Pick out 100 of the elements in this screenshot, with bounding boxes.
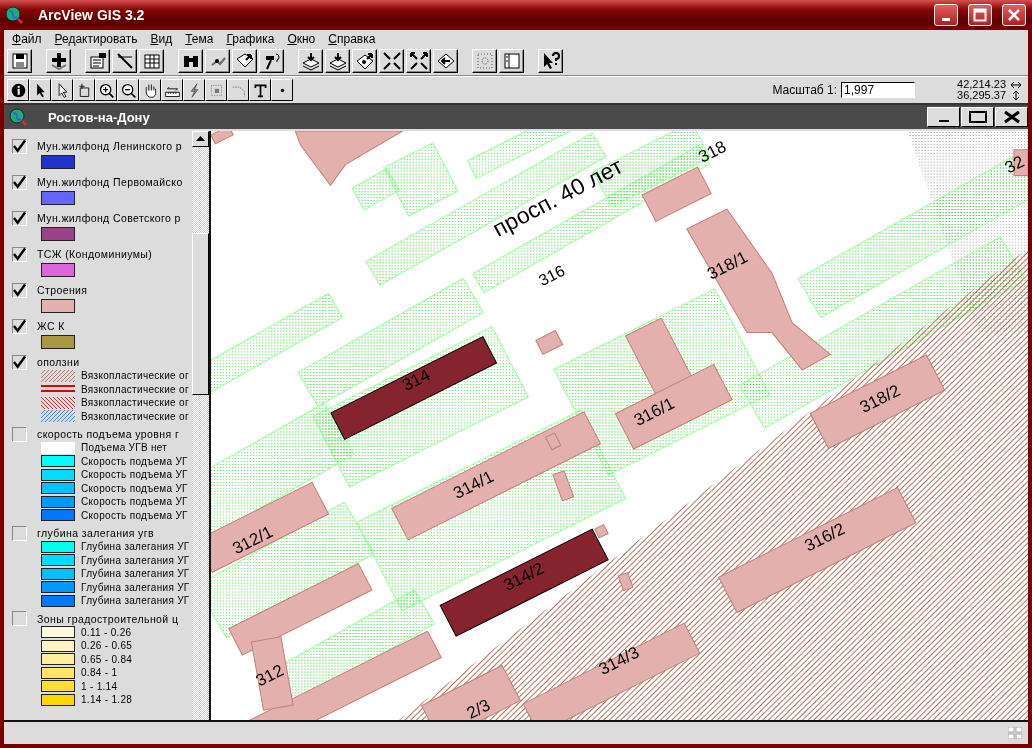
properties-icon [87,51,108,71]
save-button[interactable] [7,49,32,73]
y-coordinate: 36,295.37 [957,90,1006,101]
checkbox[interactable] [12,354,27,370]
theme-name: ЖС К [37,320,65,332]
maximize-button[interactable] [961,107,994,127]
save-icon [9,51,30,71]
layers-button[interactable] [325,49,350,73]
checkbox[interactable] [12,318,27,334]
theme-name: Мун.жилфонд Ленинского р [37,140,182,152]
zoom-out-arrows-button[interactable] [406,49,431,73]
scrollbar[interactable] [192,131,211,720]
legend-icon [501,51,522,71]
class-label: Скорость подъема УГ [81,482,188,494]
back-arrow-button[interactable] [433,49,458,73]
class-label: Глубина залегания УГ [81,554,190,566]
menu-item[interactable]: Файл [12,31,42,46]
building-number: 316 [535,261,568,289]
scroll-up-button[interactable] [192,131,209,147]
pointer-tool[interactable] [29,79,51,101]
hammer-button[interactable] [259,49,284,73]
minimize-icon [938,119,949,123]
window-title: ArcView GIS 3.2 [38,7,145,23]
legend-button[interactable] [499,49,524,73]
class-label: Скорость подъема УГ [81,496,188,508]
text-tool-tool[interactable] [249,79,271,101]
zoom-in-icon [97,81,115,99]
pan-tool[interactable] [139,79,161,101]
query-button[interactable] [232,49,257,73]
building-number: 316/2 [801,519,849,556]
class-label: 1.14 - 1.28 [81,694,133,706]
binoculars-button[interactable] [178,49,203,73]
class-label: Вязкопластические ог [81,370,189,382]
building-number: 318/2 [856,380,904,417]
minimize-button[interactable] [934,4,958,26]
checkbox[interactable] [12,611,27,626]
menu-item[interactable]: Тема [185,31,214,46]
properties-button[interactable] [85,49,110,73]
help-button[interactable] [538,49,563,73]
class-label: Вязкопластические ог [81,397,189,409]
theme-name: скорость подъема уровня г [37,428,180,440]
ruler-tool[interactable] [161,79,183,101]
checkbox[interactable] [12,426,27,442]
theme-name: Мун.жилфонд Первомайско [37,176,183,188]
zoom-out-tool[interactable] [117,79,139,101]
view-title: Ростов-на-Дону [48,109,150,125]
info-icon [9,81,27,99]
menu-item[interactable]: Редактировать [54,31,138,46]
scale-label: Масштаб 1: [772,83,838,97]
maximize-icon [967,110,988,124]
theme-name: ТСЖ (Кондоминиумы) [37,248,153,260]
add-layer-button[interactable] [46,49,71,73]
resize-grip-icon [1008,727,1022,739]
zoom-active-button[interactable] [352,49,377,73]
vertex-pointer-tool[interactable] [51,79,73,101]
layers-button[interactable] [298,49,323,73]
horizontal-arrow-icon [1010,80,1022,89]
class-label: Подъема УГВ нет [81,442,168,454]
close-button[interactable] [1002,4,1026,26]
checkbox[interactable] [12,174,27,190]
maximize-button[interactable] [968,4,992,26]
checkbox[interactable] [12,246,27,262]
theme-name: Строения [37,284,88,296]
zoom-in-arrows-icon [381,51,402,71]
class-label: 1 - 1.14 [81,680,118,692]
checkbox[interactable] [12,210,27,226]
select-graphic-tool[interactable] [205,79,227,101]
zoom-in-tool[interactable] [95,79,117,101]
minimize-button[interactable] [927,107,960,127]
zoom-in-arrows-button[interactable] [379,49,404,73]
layers-icon [300,51,321,71]
select-button[interactable] [472,49,497,73]
building-number: 32 [1001,152,1028,178]
point-tool[interactable] [271,79,293,101]
zoom-out-icon [119,81,137,99]
building-number: 314/1 [450,466,497,503]
table-button[interactable] [139,49,164,73]
checkbox[interactable] [12,525,27,541]
menu-item[interactable]: Справка [328,31,376,46]
scale-field[interactable]: 1,997 [841,82,916,98]
locate-button[interactable] [205,49,230,73]
class-label: 0.65 - 0.84 [81,653,133,665]
checkbox[interactable] [12,282,27,298]
pencil-button[interactable] [112,49,137,73]
menu-item[interactable]: Графика [226,31,275,46]
x-coordinate: 42,214.23 [957,79,1006,90]
building-number: 314/2 [500,558,547,595]
select-icon [474,51,495,71]
globe-icon [4,5,24,25]
rectangle-tool[interactable] [73,79,95,101]
menu-item[interactable]: Окно [287,31,316,46]
menu-item[interactable]: Вид [150,31,173,46]
lightning-tool[interactable] [183,79,205,101]
info-tool[interactable] [7,79,29,101]
close-button[interactable] [995,107,1028,127]
checkbox[interactable] [12,138,27,154]
class-label: Скорость подъема УГ [81,469,188,481]
scrollbar-thumb[interactable] [192,233,209,395]
line-tool[interactable] [227,79,249,101]
point-icon [279,87,285,93]
